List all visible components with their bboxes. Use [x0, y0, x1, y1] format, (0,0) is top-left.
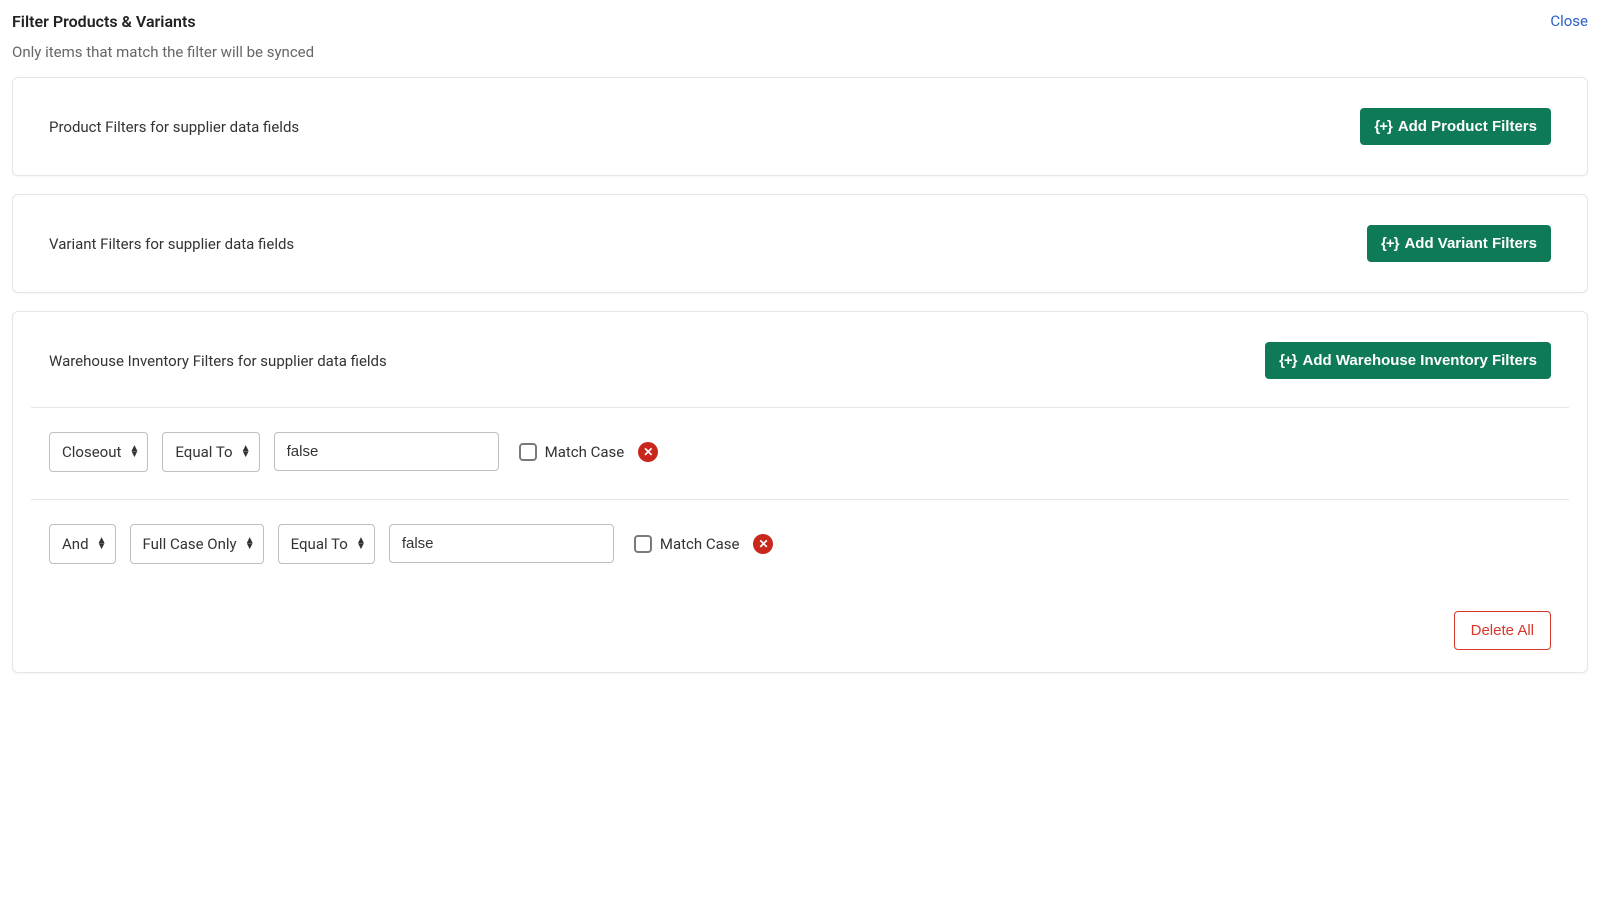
add-warehouse-filters-button[interactable]: {+} Add Warehouse Inventory Filters [1265, 342, 1551, 379]
value-input[interactable] [389, 524, 614, 563]
match-case-checkbox[interactable] [634, 535, 652, 553]
add-variant-filters-label: Add Variant Filters [1404, 235, 1537, 252]
page-subtitle: Only items that match the filter will be… [12, 43, 1588, 61]
code-plus-icon: {+} [1279, 352, 1296, 369]
field-select[interactable]: Full Case Only [130, 524, 264, 564]
filter-rule-row: Closeout ▲▼ Equal To ▲▼ Match Case ✕ [49, 408, 1551, 471]
close-icon: ✕ [643, 446, 653, 458]
code-plus-icon: {+} [1381, 235, 1398, 252]
add-variant-filters-button[interactable]: {+} Add Variant Filters [1367, 225, 1551, 262]
remove-rule-button[interactable]: ✕ [753, 534, 773, 554]
code-plus-icon: {+} [1374, 118, 1391, 135]
page-title: Filter Products & Variants [12, 12, 196, 31]
match-case-label: Match Case [660, 535, 740, 553]
add-warehouse-filters-label: Add Warehouse Inventory Filters [1303, 352, 1538, 369]
match-case-label: Match Case [545, 443, 625, 461]
field-select[interactable]: Closeout [49, 432, 148, 472]
warehouse-filters-card: Warehouse Inventory Filters for supplier… [12, 311, 1588, 673]
product-filters-title: Product Filters for supplier data fields [49, 118, 299, 136]
add-product-filters-button[interactable]: {+} Add Product Filters [1360, 108, 1551, 145]
operator-select[interactable]: Equal To [278, 524, 375, 564]
value-input[interactable] [274, 432, 499, 471]
warehouse-filters-title: Warehouse Inventory Filters for supplier… [49, 352, 387, 370]
match-case-checkbox[interactable] [519, 443, 537, 461]
operator-select[interactable]: Equal To [162, 432, 259, 472]
remove-rule-button[interactable]: ✕ [638, 442, 658, 462]
product-filters-card: Product Filters for supplier data fields… [12, 77, 1588, 176]
delete-all-button[interactable]: Delete All [1454, 611, 1551, 650]
variant-filters-title: Variant Filters for supplier data fields [49, 235, 294, 253]
logic-select[interactable]: And [49, 524, 116, 564]
filter-rule-row: And ▲▼ Full Case Only ▲▼ Equal To ▲▼ Mat… [49, 500, 1551, 563]
close-link[interactable]: Close [1550, 12, 1588, 30]
add-product-filters-label: Add Product Filters [1398, 118, 1537, 135]
close-icon: ✕ [758, 538, 768, 550]
variant-filters-card: Variant Filters for supplier data fields… [12, 194, 1588, 293]
